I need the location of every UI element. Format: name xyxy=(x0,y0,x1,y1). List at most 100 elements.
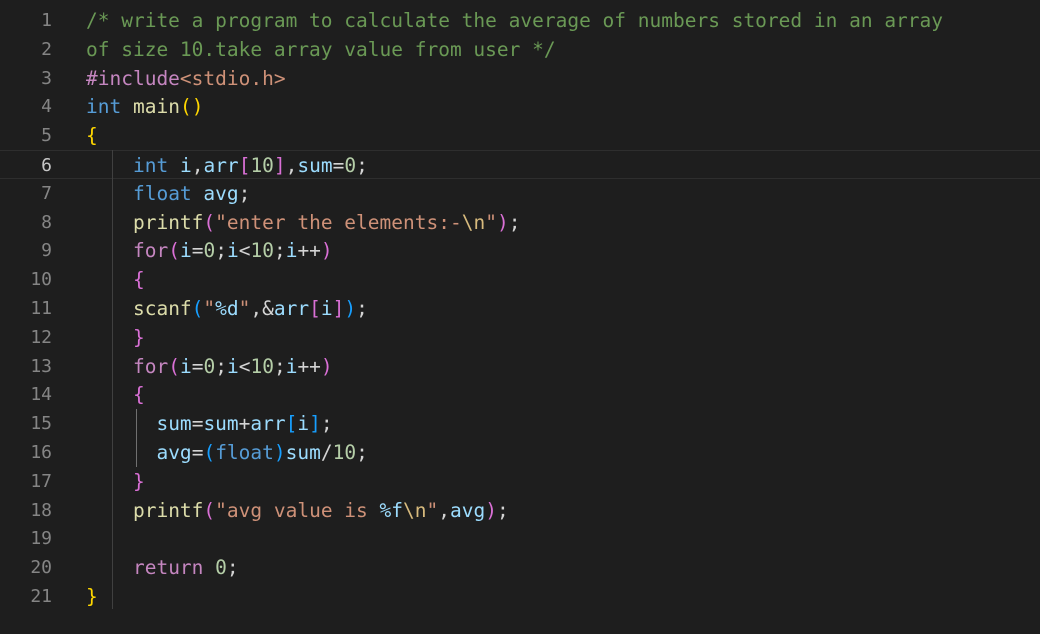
code-line[interactable]: 14 { xyxy=(0,380,1040,409)
code-token: ; xyxy=(320,412,333,436)
line-code: for(i=0;i<10;i++) xyxy=(86,236,333,265)
indent-guide xyxy=(112,150,113,609)
code-token: for xyxy=(132,354,169,378)
code-token: float xyxy=(132,181,192,205)
code-token: i xyxy=(226,239,239,263)
code-token: = xyxy=(332,154,345,177)
code-line[interactable]: 1 /* write a program to calculate the ave… xyxy=(0,6,1040,35)
code-token: } xyxy=(86,585,98,608)
line-number: 8 xyxy=(41,211,52,233)
code-token: ; xyxy=(356,441,368,464)
line-code: } xyxy=(86,323,145,352)
code-line[interactable]: 21} xyxy=(0,582,1040,611)
code-token: "enter the elements:- xyxy=(215,210,462,234)
code-token: ] xyxy=(273,154,286,177)
indent-guide-active xyxy=(136,409,137,467)
code-line[interactable]: 16 avg=(float)sum/10; xyxy=(0,438,1040,467)
line-number: 18 xyxy=(30,499,52,521)
line-code: float avg; xyxy=(86,179,250,208)
code-token: i xyxy=(179,354,192,378)
code-token: } xyxy=(132,325,145,349)
line-code: sum=sum+arr[i]; xyxy=(86,409,333,438)
code-line[interactable]: 3 #include<stdio.h> xyxy=(0,64,1040,93)
code-line[interactable]: 12 } xyxy=(0,323,1040,352)
code-token: 10 xyxy=(250,154,274,177)
line-code: int i,arr[10],sum=0; xyxy=(86,151,368,180)
line-code: return 0; xyxy=(86,553,239,582)
code-token: { xyxy=(132,268,145,292)
code-token: " xyxy=(203,297,216,320)
code-token: \n xyxy=(461,210,486,234)
code-line[interactable]: 13 for(i=0;i<10;i++) xyxy=(0,352,1040,381)
code-token: = xyxy=(191,239,204,263)
line-code: printf("enter the elements:-\n"); xyxy=(86,208,520,237)
code-line[interactable]: 15 sum=sum+arr[i]; xyxy=(0,409,1040,438)
code-token: avg xyxy=(203,181,239,205)
line-number: 11 xyxy=(30,298,52,319)
code-line[interactable]: 6 int i,arr[10],sum=0; xyxy=(0,150,1040,179)
code-token: avg xyxy=(450,498,486,522)
code-line[interactable]: 9 for(i=0;i<10;i++) xyxy=(0,236,1040,265)
line-number: 13 xyxy=(30,355,52,377)
code-token: , xyxy=(285,154,298,177)
line-code: avg=(float)sum/10; xyxy=(86,438,368,467)
line-number: 3 xyxy=(41,67,52,89)
code-token: sum xyxy=(156,412,192,436)
line-number: 12 xyxy=(30,326,52,348)
code-token: sum xyxy=(285,441,321,464)
code-line[interactable]: 11 scanf("%d",&arr[i]); xyxy=(0,294,1040,323)
code-line[interactable]: 17 } xyxy=(0,467,1040,496)
code-line[interactable]: 10 { xyxy=(0,265,1040,294)
code-token: printf xyxy=(132,498,204,522)
code-line[interactable]: 5{ xyxy=(0,121,1040,150)
line-code: of size 10.take array value from user */ xyxy=(86,35,556,64)
code-line[interactable]: 18 printf("avg value is %f\n",avg); xyxy=(0,496,1040,525)
code-line[interactable]: 7 float avg; xyxy=(0,179,1040,208)
code-token: ) xyxy=(273,441,286,464)
code-line[interactable]: 8 printf("enter the elements:-\n"); xyxy=(0,208,1040,237)
code-line[interactable]: 2 of size 10.take array value from user *… xyxy=(0,35,1040,64)
code-token: int xyxy=(132,154,169,177)
code-token: ++ xyxy=(297,239,321,263)
code-token: " xyxy=(426,498,439,522)
code-token: <stdio.h> xyxy=(179,66,286,90)
line-number: 10 xyxy=(30,269,52,291)
code-token: , xyxy=(191,154,204,177)
code-token: float xyxy=(215,441,274,464)
code-editor[interactable]: 1 /* write a program to calculate the ave… xyxy=(0,0,1040,634)
line-number: 9 xyxy=(41,240,52,262)
code-line[interactable]: 4 int main() xyxy=(0,92,1040,121)
code-token: for xyxy=(132,239,169,263)
line-number: 20 xyxy=(30,557,52,579)
code-token: 10 xyxy=(332,441,357,464)
editor-top-edge xyxy=(0,0,1040,5)
code-token: "avg value is xyxy=(215,498,380,522)
code-token: i xyxy=(285,354,298,378)
code-token: ) xyxy=(485,498,497,522)
code-token: #include xyxy=(86,66,180,90)
line-code: } xyxy=(86,467,145,496)
line-code: scanf("%d",&arr[i]); xyxy=(86,294,368,323)
code-line[interactable]: 20 return 0; xyxy=(0,553,1040,582)
code-line[interactable]: 19 xyxy=(0,524,1040,553)
line-number: 21 xyxy=(30,586,52,607)
code-token: %d xyxy=(215,297,239,320)
line-number: 5 xyxy=(41,125,52,147)
code-token: arr xyxy=(203,154,239,177)
code-token: ; xyxy=(356,297,368,320)
line-code: } xyxy=(86,582,98,611)
code-token: ) xyxy=(344,297,357,320)
line-code: for(i=0;i<10;i++) xyxy=(86,352,333,381)
line-number: 19 xyxy=(30,528,52,550)
line-number: 4 xyxy=(41,96,52,118)
line-code: { xyxy=(86,380,145,409)
code-token: ; xyxy=(273,239,286,263)
